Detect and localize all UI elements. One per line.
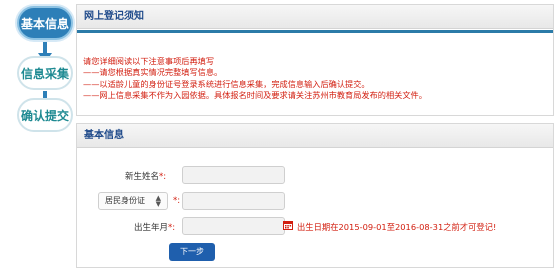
notice-line: ——以适龄儿童的身份证号登录系统进行信息采集，完成信息输入后确认提交。 (83, 78, 370, 89)
id-number-input[interactable] (182, 192, 285, 210)
step-basic-info[interactable]: 基本信息 (17, 6, 73, 40)
notice-divider (77, 30, 553, 33)
birth-date-input[interactable] (182, 217, 285, 235)
id-required-mark: *: (173, 196, 181, 206)
step-info-collection[interactable]: 信息采集 (17, 56, 73, 90)
notice-line: ——请您根据真实情况完整填写信息。 (83, 67, 223, 78)
birth-label: 出生年月*: (134, 223, 176, 233)
notice-line: 请您详细阅读以下注意事项后再填写 (83, 56, 215, 66)
birth-date-hint: 出生日期在2015-09-01至2016-08-31之前才可登记! (297, 222, 497, 232)
next-button[interactable]: 下一步 (169, 243, 215, 261)
notice-line: ——网上信息采集不作为入园依据。具体报名时间及要求请关注苏州市教育局发布的相关文… (83, 90, 427, 101)
name-input[interactable] (182, 166, 285, 184)
step-confirm-submit[interactable]: 确认提交 (17, 98, 73, 132)
registration-page: 基本信息 信息采集 确认提交 网上登记须知 请您详细阅读以下注意事项后再填写 —… (0, 0, 554, 268)
basic-info-title: 基本信息 (77, 124, 553, 148)
basic-info-panel: 基本信息 新生姓名*: 居民身份证 ▲ ▼ *: 出生年月*: 出生日期在201… (76, 123, 554, 268)
name-label: 新生姓名*: (125, 172, 167, 182)
notice-title: 网上登记须知 (77, 5, 553, 29)
step-sidebar: 基本信息 信息采集 确认提交 (0, 0, 76, 268)
select-caret-icon: ▲ ▼ (155, 194, 161, 208)
id-type-select[interactable]: 居民身份证 ▲ ▼ (98, 192, 168, 210)
notice-text: 请您详细阅读以下注意事项后再填写 ——请您根据真实情况完整填写信息。 ——以适龄… (83, 56, 427, 102)
calendar-icon[interactable] (283, 220, 293, 230)
notice-panel: 网上登记须知 请您详细阅读以下注意事项后再填写 ——请您根据真实情况完整填写信息… (76, 4, 554, 116)
